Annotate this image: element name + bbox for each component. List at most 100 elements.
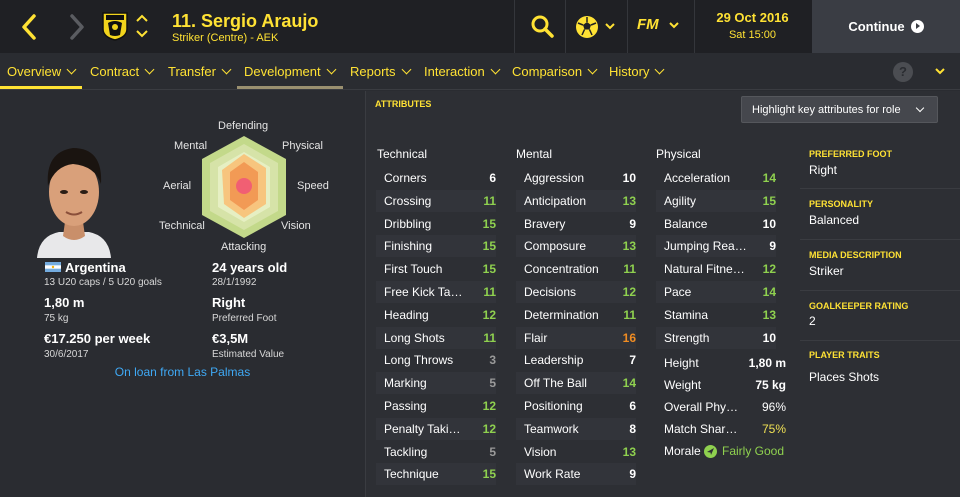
panel-divider: [365, 91, 366, 497]
tab-history[interactable]: History: [609, 64, 665, 79]
attribute-row[interactable]: Aggression 10: [516, 167, 636, 189]
attribute-value: 14: [622, 376, 636, 391]
radar-label-physical: Physical: [282, 140, 323, 152]
aek-club-badge-icon[interactable]: [101, 11, 129, 41]
attribute-row[interactable]: Balance 10: [656, 213, 776, 235]
radar-label-mental: Mental: [174, 140, 208, 152]
attribute-name: Aggression: [524, 171, 585, 185]
attribute-row[interactable]: Determination 11: [516, 304, 636, 326]
chevron-down-icon: [587, 64, 598, 75]
attribute-row[interactable]: Long Shots 11: [376, 326, 496, 349]
attribute-name: Flair: [524, 330, 548, 345]
attribute-row[interactable]: Jumping Rea… 9: [656, 235, 776, 258]
attribute-row[interactable]: Crossing 11: [376, 189, 496, 212]
tab-interaction[interactable]: Interaction: [424, 64, 501, 79]
attribute-row[interactable]: Vision 13: [516, 441, 636, 463]
date-label: 29 Oct 2016: [716, 10, 789, 25]
attribute-row[interactable]: Passing 12: [376, 395, 496, 417]
player-position-club[interactable]: Striker (Centre) - AEK: [172, 32, 278, 44]
attribute-value: 9: [769, 239, 776, 254]
argentina-flag-icon: [45, 262, 61, 272]
attribute-value: 13: [622, 193, 636, 208]
tab-reports[interactable]: Reports: [350, 64, 411, 79]
age-value: 24 years old: [212, 260, 288, 275]
help-button[interactable]: ?: [893, 62, 913, 82]
attribute-row[interactable]: Technique 15: [376, 463, 496, 486]
tab-comparison[interactable]: Comparison: [512, 64, 598, 79]
attribute-row[interactable]: Agility 15: [656, 189, 776, 212]
attribute-row[interactable]: Decisions 12: [516, 281, 636, 303]
tab-overview[interactable]: Overview: [7, 64, 77, 79]
attribute-row[interactable]: First Touch 15: [376, 258, 496, 280]
height-label: Height: [664, 356, 699, 370]
attribute-row[interactable]: Long Throws 3: [376, 349, 496, 371]
attribute-row[interactable]: Dribbling 15: [376, 213, 496, 235]
attribute-row[interactable]: Corners 6: [376, 167, 496, 189]
attribute-row[interactable]: Marking 5: [376, 372, 496, 395]
attribute-row[interactable]: Off The Ball 14: [516, 372, 636, 395]
goalkeeper-rating-value: 2: [809, 314, 816, 328]
chevron-down-icon[interactable]: [935, 66, 945, 76]
attribute-row[interactable]: Finishing 15: [376, 235, 496, 258]
attribute-row[interactable]: Composure 13: [516, 235, 636, 258]
attribute-name: Tackling: [384, 444, 428, 459]
attribute-row[interactable]: Natural Fitne… 12: [656, 258, 776, 280]
game-date[interactable]: 29 Oct 2016 Sat 15:00: [700, 10, 805, 41]
wage-value: €17.250 per week: [44, 331, 151, 346]
attribute-value: 6: [489, 171, 496, 185]
fm-menu-button[interactable]: FM: [637, 14, 685, 40]
preferred-foot-value: Right: [212, 295, 246, 310]
attribute-value: 14: [762, 285, 776, 299]
attribute-row[interactable]: Pace 14: [656, 281, 776, 303]
attribute-name: Acceleration: [664, 171, 731, 185]
football-menu-icon[interactable]: [575, 14, 619, 40]
attribute-name: Work Rate: [524, 467, 581, 482]
forward-arrow-icon[interactable]: [64, 12, 90, 42]
media-description-value: Striker: [809, 264, 844, 278]
chevron-down-icon: [490, 64, 501, 75]
attribute-row[interactable]: Positioning 6: [516, 395, 636, 417]
attribute-row[interactable]: Stamina 13: [656, 304, 776, 326]
personality-box: PERSONALITY Balanced: [800, 189, 960, 240]
club-switch-arrows-icon[interactable]: [134, 12, 150, 40]
attribute-value: 11: [623, 262, 636, 277]
search-icon[interactable]: [529, 13, 555, 39]
attribute-row[interactable]: Concentration 11: [516, 258, 636, 280]
goalkeeper-rating-heading: GOALKEEPER RATING: [809, 301, 909, 311]
tab-development[interactable]: Development: [244, 64, 337, 79]
attribute-name: Positioning: [524, 399, 583, 413]
attribute-row[interactable]: Tackling 5: [376, 441, 496, 463]
mental-heading: Mental: [516, 147, 553, 161]
attribute-row[interactable]: Bravery 9: [516, 213, 636, 235]
nationality[interactable]: Argentina: [65, 260, 126, 275]
attribute-value: 11: [483, 330, 496, 345]
player-traits-heading: PLAYER TRAITS: [809, 350, 880, 360]
chevron-down-icon: [915, 103, 925, 113]
loan-club-link[interactable]: On loan from Las Palmas: [0, 365, 365, 379]
date-of-birth: 28/1/1992: [212, 277, 257, 288]
attribute-name: Agility: [664, 193, 697, 208]
attribute-value: 12: [482, 307, 496, 322]
morale-row[interactable]: Morale Fairly Good: [656, 440, 790, 462]
attribute-row[interactable]: Teamwork 8: [516, 417, 636, 440]
attribute-row[interactable]: Anticipation 13: [516, 189, 636, 212]
attribute-row[interactable]: Penalty Taki… 12: [376, 417, 496, 440]
international-caps: 13 U20 caps / 5 U20 goals: [44, 277, 162, 288]
attribute-row[interactable]: Heading 12: [376, 304, 496, 326]
highlight-role-dropdown[interactable]: Highlight key attributes for role: [741, 96, 938, 123]
attribute-name: Balance: [664, 216, 708, 231]
preferred-foot-box: PREFERRED FOOT Right: [800, 138, 960, 189]
continue-button[interactable]: Continue: [812, 0, 960, 53]
attribute-row[interactable]: Work Rate 9: [516, 463, 636, 486]
tab-transfer[interactable]: Transfer: [168, 64, 232, 79]
tab-contract[interactable]: Contract: [90, 64, 155, 79]
attribute-row[interactable]: Flair 16: [516, 326, 636, 349]
attribute-value: 16: [622, 330, 636, 345]
attribute-row[interactable]: Leadership 7: [516, 349, 636, 371]
attribute-row[interactable]: Free Kick Ta… 11: [376, 281, 496, 303]
back-arrow-icon[interactable]: [16, 12, 42, 42]
attribute-row[interactable]: Strength 10: [656, 326, 776, 349]
highlight-label: Highlight key attributes for role: [752, 104, 901, 116]
contract-end: 30/6/2017: [44, 349, 89, 360]
attribute-row[interactable]: Acceleration 14: [656, 167, 776, 189]
